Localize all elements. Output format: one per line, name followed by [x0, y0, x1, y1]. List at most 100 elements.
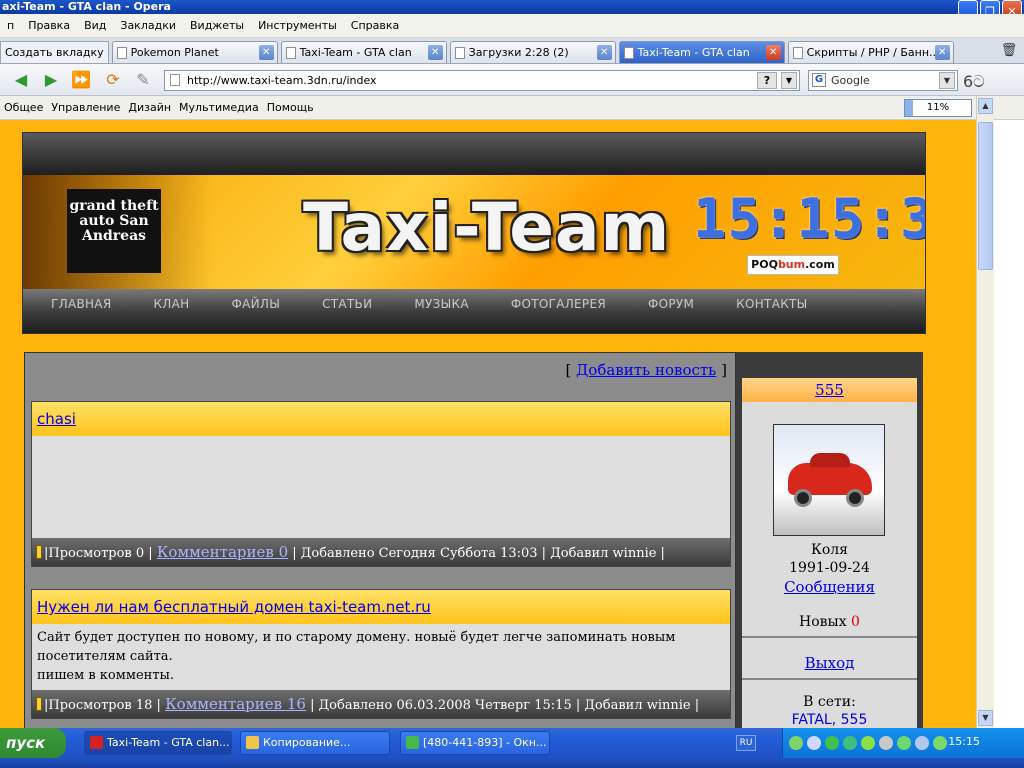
- fast-forward-icon[interactable]: ⏩: [70, 70, 92, 90]
- scroll-down-icon[interactable]: ▼: [978, 710, 993, 726]
- close-tab-icon[interactable]: ✕: [934, 45, 950, 60]
- tab-label: Taxi-Team - GTA clan: [299, 46, 412, 59]
- new-tab-button[interactable]: Создать вкладку: [0, 41, 109, 63]
- task-icq[interactable]: [480-441-893] - Окн...: [400, 731, 550, 755]
- reload-icon[interactable]: ⟳: [102, 70, 124, 90]
- volume-icon[interactable]: [933, 736, 947, 750]
- panel-item-general[interactable]: Общее: [0, 101, 47, 114]
- site-nav-clan[interactable]: КЛАН: [153, 297, 231, 311]
- site-nav-home[interactable]: ГЛАВНАЯ: [51, 297, 153, 311]
- panel-bar: Общее Управление Дизайн Мультимедиа Помо…: [0, 96, 1024, 120]
- zoom-slider[interactable]: 11%: [904, 99, 972, 117]
- add-news-link[interactable]: Добавить новость: [576, 361, 716, 379]
- news-title-link[interactable]: chasi: [37, 410, 76, 428]
- menu-item-edit[interactable]: Правка: [21, 19, 77, 32]
- network-icon[interactable]: [789, 736, 803, 750]
- panel-item-design[interactable]: Дизайн: [124, 101, 175, 114]
- task-label: Копирование...: [263, 736, 351, 749]
- tab-taxi-team-1[interactable]: Taxi-Team - GTA clan ✕: [280, 41, 447, 63]
- site-title: Taxi-Team: [303, 189, 671, 266]
- menu-item-help[interactable]: Справка: [344, 19, 406, 32]
- download-icon: [454, 47, 465, 59]
- news-body: Сайт будет доступен по новому, и по стар…: [37, 630, 676, 683]
- news-views: |Просмотров 0 |: [44, 546, 153, 561]
- poq-text: POQ: [751, 258, 778, 271]
- site-nav-gallery[interactable]: ФОТОГАЛЕРЕЯ: [511, 297, 648, 311]
- window-titlebar: axi-Team - GTA clan - Opera: [0, 0, 1024, 14]
- folder-icon: [792, 47, 803, 59]
- back-icon[interactable]: ◀: [10, 70, 32, 90]
- tray-clock: 15:15: [948, 735, 980, 748]
- close-tab-icon[interactable]: ✕: [765, 45, 781, 60]
- chevron-down-icon[interactable]: ▼: [939, 72, 955, 89]
- start-button[interactable]: пуск: [0, 728, 66, 758]
- menu-item-bookmarks[interactable]: Закладки: [113, 19, 183, 32]
- page-right-margin: [994, 120, 1024, 728]
- tab-taxi-team-active[interactable]: Taxi-Team - GTA clan ✕: [618, 41, 785, 63]
- news-title-link[interactable]: Нужен ли нам бесплатный домен taxi-team.…: [37, 598, 431, 616]
- page-viewport: grand theft auto San Andreas Taxi-Team 1…: [0, 120, 976, 728]
- scroll-up-icon[interactable]: ▲: [978, 98, 993, 114]
- logout-row: Выход: [742, 654, 917, 672]
- site-header: grand theft auto San Andreas Taxi-Team 1…: [22, 132, 926, 334]
- tray-app-icon[interactable]: [879, 736, 893, 750]
- edit-icon[interactable]: ✎: [132, 70, 154, 90]
- tab-label: Скрипты / PHP / Банн...: [806, 46, 940, 59]
- navigation-bar: ◀ ▶ ⏩ ⟳ ✎ http://www.taxi-team.3dn.ru/in…: [0, 64, 1024, 96]
- forward-icon[interactable]: ▶: [40, 70, 62, 90]
- username-link[interactable]: 555: [815, 381, 844, 399]
- panel-item-multimedia[interactable]: Мультимедиа: [175, 101, 263, 114]
- site-nav-music[interactable]: МУЗЫКА: [414, 297, 510, 311]
- page-scrollbar[interactable]: ▲ ▼: [976, 96, 994, 728]
- site-nav-articles[interactable]: СТАТЬИ: [322, 297, 414, 311]
- poqbum-badge[interactable]: POQbum.com: [747, 255, 839, 275]
- close-tab-icon[interactable]: ✕: [427, 45, 443, 60]
- help-button[interactable]: ?: [757, 72, 777, 89]
- tray-app-icon[interactable]: [825, 736, 839, 750]
- site-nav-forum[interactable]: ФОРУМ: [648, 297, 736, 311]
- opera-icon: [90, 736, 103, 749]
- system-tray: 15:15: [782, 728, 1024, 758]
- logout-link[interactable]: Выход: [805, 654, 855, 672]
- news-body: [32, 436, 730, 538]
- trash-icon[interactable]: 🗑▾: [998, 42, 1020, 76]
- glasses-icon[interactable]: 6ට: [963, 72, 985, 92]
- scrollbar-thumb[interactable]: [978, 122, 993, 270]
- news-comments-link[interactable]: Комментариев 16: [165, 695, 306, 713]
- icq-icon[interactable]: [897, 736, 911, 750]
- menu-item-tools[interactable]: Инструменты: [251, 19, 344, 32]
- gta-logo-text: grand theft auto San Andreas: [69, 198, 159, 244]
- tray-app-icon[interactable]: [843, 736, 857, 750]
- news-meta: | Добавлено 06.03.2008 Четверг 15:15 | Д…: [310, 698, 700, 713]
- search-input[interactable]: G Google ▼: [808, 70, 958, 91]
- news-comments-link[interactable]: Комментариев 0: [157, 543, 288, 561]
- chevron-down-icon[interactable]: ▼: [781, 72, 797, 89]
- tray-app-icon[interactable]: [807, 736, 821, 750]
- tray-app-icon[interactable]: [915, 736, 929, 750]
- tab-bar: Создать вкладку Pokemon Planet ✕ Taxi-Te…: [0, 38, 1024, 64]
- site-nav-files[interactable]: ФАЙЛЫ: [231, 297, 322, 311]
- menu-item-widgets[interactable]: Виджеты: [183, 19, 251, 32]
- task-opera[interactable]: Taxi-Team - GTA clan...: [84, 731, 232, 755]
- tab-downloads[interactable]: Загрузки 2:28 (2) ✕: [449, 41, 616, 63]
- address-bar[interactable]: http://www.taxi-team.3dn.ru/index ? ▼: [164, 70, 800, 91]
- close-tab-icon[interactable]: ✕: [596, 45, 612, 60]
- close-tab-icon[interactable]: ✕: [258, 45, 274, 60]
- news-icon: [36, 697, 42, 711]
- site-nav-contacts[interactable]: КОНТАКТЫ: [736, 297, 849, 311]
- tab-pokemon-planet[interactable]: Pokemon Planet ✕: [111, 41, 278, 63]
- tab-label: Taxi-Team - GTA clan: [637, 46, 750, 59]
- menu-item-view[interactable]: Вид: [77, 19, 113, 32]
- menu-item-file[interactable]: п: [0, 19, 21, 32]
- messages-link[interactable]: Сообщения: [784, 578, 875, 596]
- online-users[interactable]: FATAL, 555: [742, 712, 917, 728]
- tray-app-icon[interactable]: [861, 736, 875, 750]
- language-indicator[interactable]: RU: [736, 735, 756, 751]
- panel-item-manage[interactable]: Управление: [47, 101, 124, 114]
- tab-scripts[interactable]: Скрипты / PHP / Банн... ✕: [787, 41, 954, 63]
- user-panel: 555 Коля 1991-09-24 Сообщения Новых 0 Вы…: [742, 378, 917, 728]
- panel-item-help[interactable]: Помощь: [263, 101, 318, 114]
- zoom-level: 11%: [926, 102, 950, 113]
- task-copying[interactable]: Копирование...: [240, 731, 390, 755]
- news-header: Нужен ли нам бесплатный домен taxi-team.…: [32, 590, 730, 624]
